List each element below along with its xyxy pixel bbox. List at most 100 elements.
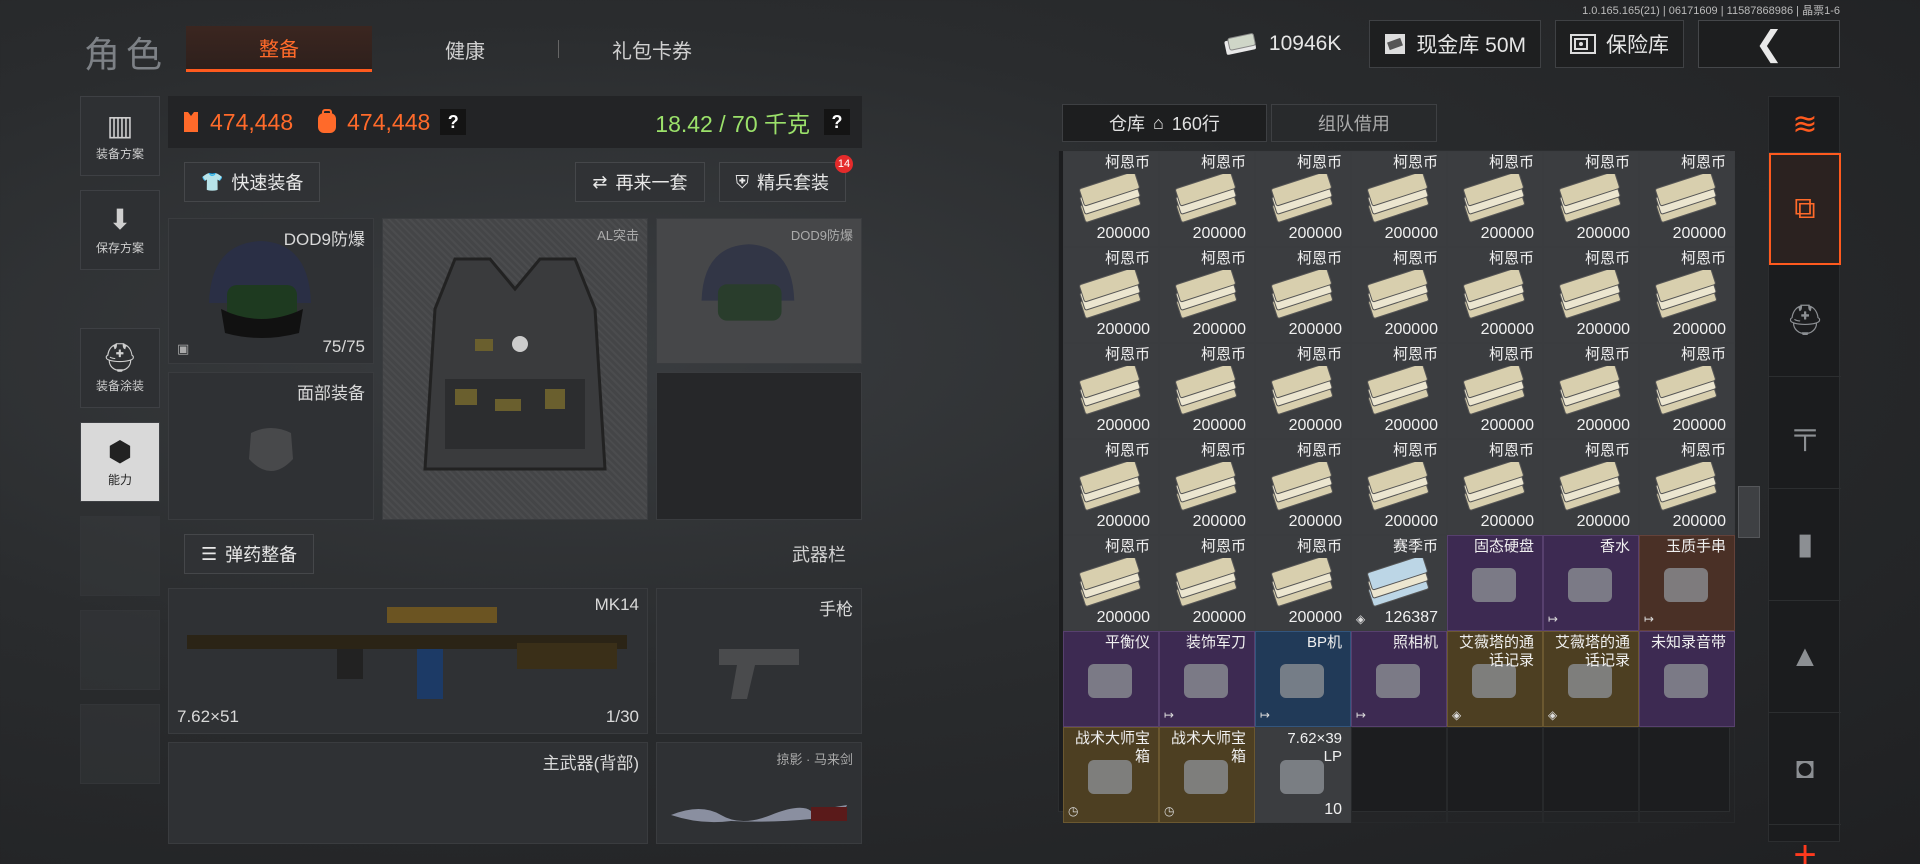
category-all-icon[interactable]: ⧉ xyxy=(1769,153,1841,265)
again-button[interactable]: ⇄ 再来一套 xyxy=(575,162,705,202)
category-rifle-icon[interactable]: ╤ xyxy=(1769,377,1841,489)
empty-gear-slot[interactable] xyxy=(656,372,862,520)
storage-item[interactable]: 柯恩币 200000 xyxy=(1063,439,1159,535)
cash-storage-label: 现金库 50M xyxy=(1416,34,1526,57)
storage-item[interactable]: 固态硬盘 xyxy=(1447,535,1543,631)
storage-item[interactable]: 柯恩币 200000 xyxy=(1159,247,1255,343)
storage-item[interactable]: 柯恩币 200000 xyxy=(1639,439,1735,535)
helmet2-slot[interactable]: DOD9防爆 xyxy=(656,218,862,364)
storage-item[interactable]: 7.62×39 LP 10 xyxy=(1255,727,1351,823)
pistol-icon xyxy=(719,649,799,699)
rail-paint[interactable]: ⛑ 装备涂装 xyxy=(80,328,160,408)
tab-gift-cards[interactable]: 礼包卡券 xyxy=(559,26,745,72)
category-scope-icon[interactable]: ◘ xyxy=(1769,713,1841,825)
tab-warehouse[interactable]: 仓库 ⌂ 160行 xyxy=(1062,104,1267,142)
storage-item[interactable]: 艾薇塔的通 话记录 ◈ xyxy=(1543,631,1639,727)
cash-stack-icon xyxy=(1175,558,1237,607)
ammo-equip-button[interactable]: ☰ 弹药整备 xyxy=(184,534,315,574)
storage-item[interactable]: 照相机 ↦ xyxy=(1351,631,1447,727)
helmet-slot[interactable]: DOD9防爆 75/75 ▣ xyxy=(168,218,374,364)
storage-item[interactable]: 柯恩币 200000 xyxy=(1447,439,1543,535)
storage-item[interactable]: 柯恩币 200000 xyxy=(1351,151,1447,247)
rail-ability[interactable]: ⬢ 能力 xyxy=(80,422,160,502)
item-name: 柯恩币 xyxy=(1488,346,1534,363)
item-name: 柯恩币 xyxy=(1680,250,1726,267)
storage-item[interactable]: 柯恩币 200000 xyxy=(1063,247,1159,343)
again-label: 再来一套 xyxy=(615,173,688,193)
vault-button[interactable]: 保险库 xyxy=(1555,20,1684,68)
storage-item[interactable]: 未知录音带 xyxy=(1639,631,1735,727)
storage-item[interactable]: 柯恩币 200000 xyxy=(1351,247,1447,343)
storage-item[interactable]: 柯恩币 200000 xyxy=(1159,439,1255,535)
item-name: 柯恩币 xyxy=(1680,346,1726,363)
storage-item[interactable]: 柯恩币 200000 xyxy=(1639,343,1735,439)
elite-set-button[interactable]: ⛨ 精兵套装 14 xyxy=(718,155,853,202)
rail-save-plan[interactable]: ⬇ 保存方案 xyxy=(80,190,160,270)
weight-help-button[interactable]: ? xyxy=(824,109,850,135)
tab-team-borrow[interactable]: 组队借用 xyxy=(1270,104,1437,142)
rail-equip-plan[interactable]: ▥ 装备方案 xyxy=(80,96,160,176)
empty-storage-cell[interactable] xyxy=(1447,727,1543,823)
armor-slot[interactable]: AL突击 xyxy=(382,218,648,520)
storage-item[interactable]: 柯恩币 200000 xyxy=(1447,343,1543,439)
storage-item[interactable]: 柯恩币 200000 xyxy=(1159,343,1255,439)
storage-scrollbar[interactable] xyxy=(1738,486,1760,538)
cash-storage-icon xyxy=(1385,34,1406,54)
rail-empty-slot xyxy=(80,516,160,596)
storage-item[interactable]: 柯恩币 200000 xyxy=(1351,343,1447,439)
storage-item[interactable]: 柯恩币 200000 xyxy=(1543,247,1639,343)
storage-item[interactable]: 柯恩币 200000 xyxy=(1639,247,1735,343)
storage-item[interactable]: BP机 ↦ xyxy=(1255,631,1351,727)
item-name: 柯恩币 xyxy=(1296,346,1342,363)
storage-item[interactable]: 柯恩币 200000 xyxy=(1543,151,1639,247)
storage-item[interactable]: 柯恩币 200000 xyxy=(1063,151,1159,247)
storage-item[interactable]: 柯恩币 200000 xyxy=(1447,247,1543,343)
item-quantity: 200000 xyxy=(1288,225,1342,242)
cash-storage-button[interactable]: 现金库 50M xyxy=(1369,20,1541,68)
storage-item[interactable]: 柯恩币 200000 xyxy=(1255,247,1351,343)
storage-item[interactable]: 柯恩币 200000 xyxy=(1159,535,1255,631)
storage-item[interactable]: 柯恩币 200000 xyxy=(1255,439,1351,535)
sort-stack-icon[interactable]: ≋ xyxy=(1769,97,1841,153)
storage-item[interactable]: 赛季币 126387 ◈ xyxy=(1351,535,1447,631)
pistol-slot[interactable]: 手枪 xyxy=(656,588,862,734)
storage-item[interactable]: 香水 ↦ xyxy=(1543,535,1639,631)
item-grid: 柯恩币 200000 柯恩币 200000 柯恩币 200000 柯恩币 200000 柯恩币 2… xyxy=(1063,151,1735,823)
storage-item[interactable]: 柯恩币 200000 xyxy=(1447,151,1543,247)
category-magazine-icon[interactable]: ▮ xyxy=(1769,489,1841,601)
back-button[interactable]: ❮ xyxy=(1698,20,1840,68)
category-helmet-icon[interactable]: ⛑ xyxy=(1769,265,1841,377)
empty-storage-cell[interactable] xyxy=(1543,727,1639,823)
storage-item[interactable]: 柯恩币 200000 xyxy=(1255,535,1351,631)
storage-item[interactable]: 战术大师宝箱 ◷ xyxy=(1063,727,1159,823)
storage-item[interactable]: 玉质手串 ↦ xyxy=(1639,535,1735,631)
primary-weapon-slot[interactable]: MK14 7.62×51 1/30 xyxy=(168,588,648,734)
ammo-equip-label: 弹药整备 xyxy=(225,545,298,565)
ammo-list-icon: ☰ xyxy=(201,543,218,564)
storage-item[interactable]: 柯恩币 200000 xyxy=(1255,151,1351,247)
category-bullet-icon[interactable]: ▲ xyxy=(1769,601,1841,713)
storage-item[interactable]: 柯恩币 200000 xyxy=(1639,151,1735,247)
empty-storage-cell[interactable] xyxy=(1639,727,1735,823)
storage-item[interactable]: 柯恩币 200000 xyxy=(1351,439,1447,535)
storage-item[interactable]: 柯恩币 200000 xyxy=(1063,343,1159,439)
storage-item[interactable]: 柯恩币 200000 xyxy=(1159,151,1255,247)
safe-icon xyxy=(1570,34,1596,54)
storage-item[interactable]: 柯恩币 200000 xyxy=(1063,535,1159,631)
melee-slot[interactable]: 掠影 · 马来剑 xyxy=(656,742,862,844)
empty-storage-cell[interactable] xyxy=(1351,727,1447,823)
back-weapon-slot[interactable]: 主武器(背部) xyxy=(168,742,648,844)
tab-health[interactable]: 健康 xyxy=(372,26,558,72)
quick-equip-button[interactable]: 👕 快速装备 xyxy=(184,162,321,202)
storage-item[interactable]: 战术大师宝箱 ◷ xyxy=(1159,727,1255,823)
face-slot[interactable]: 面部装备 xyxy=(168,372,374,520)
add-icon[interactable]: + xyxy=(1769,825,1841,864)
storage-item[interactable]: 艾薇塔的通 话记录 ◈ xyxy=(1447,631,1543,727)
tab-equip[interactable]: 整备 xyxy=(186,26,372,72)
storage-item[interactable]: 柯恩币 200000 xyxy=(1543,343,1639,439)
storage-item[interactable]: 柯恩币 200000 xyxy=(1255,343,1351,439)
storage-item[interactable]: 平衡仪 xyxy=(1063,631,1159,727)
value-help-button[interactable]: ? xyxy=(440,109,467,135)
storage-item[interactable]: 装饰军刀 ↦ xyxy=(1159,631,1255,727)
storage-item[interactable]: 柯恩币 200000 xyxy=(1543,439,1639,535)
